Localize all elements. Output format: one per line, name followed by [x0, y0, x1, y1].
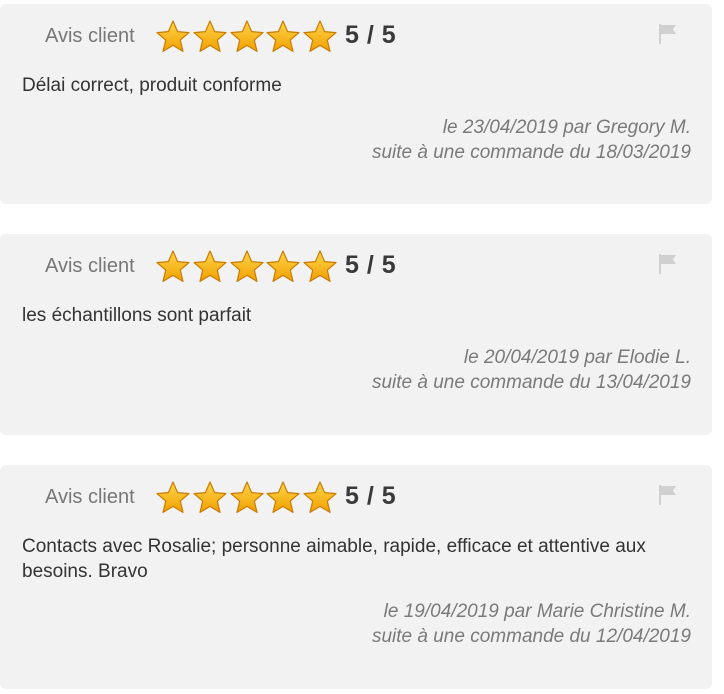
flag-icon[interactable] [656, 483, 680, 507]
star-rating [155, 249, 339, 285]
star-rating [155, 19, 339, 55]
review-order-date: suite à une commande du 13/04/2019 [371, 372, 691, 393]
star-icon [266, 250, 300, 283]
review-header: Avis client 5 / 5 [0, 234, 712, 300]
review-order-date: suite à une commande du 18/03/2019 [371, 142, 691, 163]
star-icon [193, 481, 227, 514]
rating-score: 5 / 5 [345, 482, 397, 510]
review-header: Avis client 5 / 5 [0, 465, 712, 531]
star-icon [229, 250, 264, 283]
star-rating [155, 480, 339, 516]
star-icon [303, 250, 337, 283]
review-meta: le 20/04/2019 par Elodie L. suite à une … [91, 345, 691, 395]
review-meta: le 19/04/2019 par Marie Christine M. sui… [91, 599, 691, 649]
star-icon [193, 250, 227, 283]
review-text: Contacts avec Rosalie; personne aimable,… [22, 536, 646, 582]
review-list: Avis client 5 / 5 Délai correct, produit… [0, 0, 724, 694]
review-label: Avis client [45, 486, 135, 508]
rating-score: 5 / 5 [345, 251, 397, 279]
review-card: Avis client 5 / 5 Délai correct, produit… [0, 4, 712, 204]
review-text: les échantillons sont parfait [22, 305, 252, 326]
review-header: Avis client 5 / 5 [0, 4, 712, 70]
star-icon [156, 20, 190, 53]
star-icon [229, 20, 264, 53]
review-order-date: suite à une commande du 12/04/2019 [371, 626, 691, 647]
review-date-author: le 23/04/2019 par Gregory M. [442, 117, 691, 138]
review-card: Avis client 5 / 5 Contacts avec Rosalie;… [0, 465, 712, 689]
star-icon [303, 481, 337, 514]
rating-score: 5 / 5 [345, 21, 397, 49]
star-icon [266, 481, 300, 514]
star-icon [156, 250, 190, 283]
review-meta: le 23/04/2019 par Gregory M. suite à une… [91, 115, 691, 165]
flag-icon[interactable] [656, 22, 680, 46]
star-icon [266, 20, 300, 53]
star-icon [229, 481, 264, 514]
star-icon [156, 481, 190, 514]
review-label: Avis client [45, 25, 135, 47]
flag-icon[interactable] [656, 252, 680, 276]
review-date-author: le 19/04/2019 par Marie Christine M. [383, 601, 691, 622]
review-card: Avis client 5 / 5 les échantillons sont … [0, 234, 712, 435]
review-text: Délai correct, produit conforme [22, 75, 282, 96]
review-date-author: le 20/04/2019 par Elodie L. [463, 347, 691, 368]
star-icon [303, 20, 337, 53]
star-icon [193, 20, 227, 53]
review-label: Avis client [45, 255, 135, 277]
